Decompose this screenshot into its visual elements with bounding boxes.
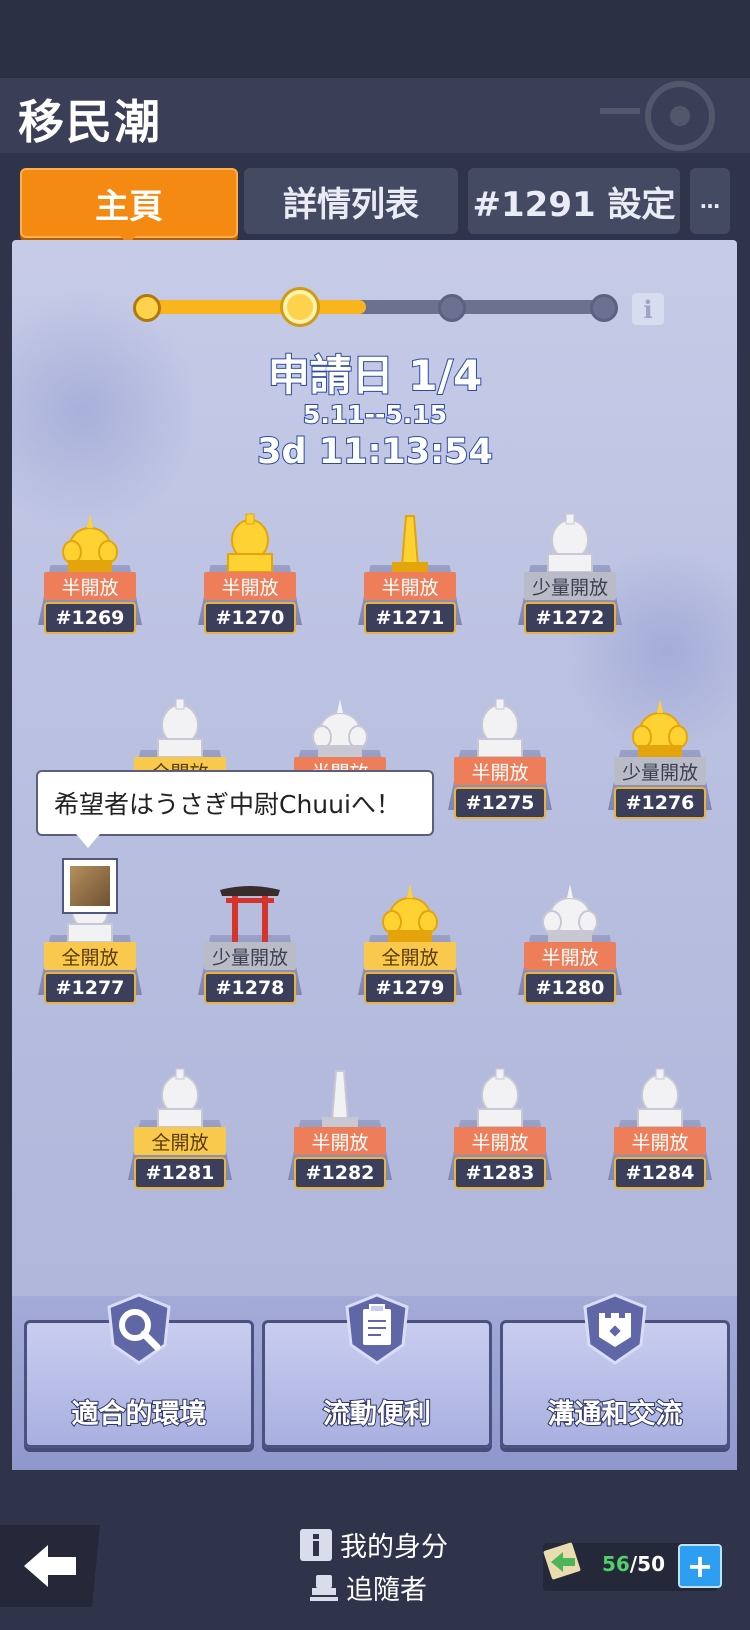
gold-onion-monument-icon xyxy=(632,699,688,757)
stage-countdown: 3d 11:13:54 xyxy=(256,431,494,473)
server-status-badge: 全開放 xyxy=(364,942,456,970)
stage-node-1 xyxy=(133,294,161,322)
stage-node-3 xyxy=(438,294,466,322)
server-number: #1283 xyxy=(454,1157,546,1189)
server-status-badge: 半開放 xyxy=(524,942,616,970)
server-card[interactable]: 半開放 #1271 xyxy=(350,510,470,640)
server-number: #1276 xyxy=(614,787,706,819)
add-ticket-button[interactable]: + xyxy=(678,1544,722,1588)
ticket-have: 56 xyxy=(602,1552,630,1576)
back-arrow-icon xyxy=(24,1545,76,1587)
gold-onion-monument-icon xyxy=(382,884,438,942)
search-icon xyxy=(107,1293,171,1365)
server-number: #1270 xyxy=(204,602,296,634)
server-number: #1269 xyxy=(44,602,136,634)
suitable-environment-button[interactable]: 適合的環境 xyxy=(24,1293,254,1448)
back-button[interactable] xyxy=(0,1525,100,1607)
my-identity-label: 我的身分 xyxy=(340,1532,448,1563)
white-onion-monument-icon xyxy=(312,699,368,757)
stamp-icon xyxy=(310,1574,338,1601)
server-status-badge: 全開放 xyxy=(44,942,136,970)
server-status-badge: 半開放 xyxy=(454,757,546,785)
server-status-badge: 半開放 xyxy=(454,1127,546,1155)
server-status-badge: 全開放 xyxy=(134,1127,226,1155)
mobility-convenience-label: 流動便利 xyxy=(322,1398,432,1431)
speech-bubble: 希望者はうさぎ中尉Chuuiへ！ xyxy=(36,770,434,836)
server-card[interactable]: 全開放 #1279 xyxy=(350,880,470,1010)
torii-monument-icon xyxy=(220,886,280,942)
clipboard-icon xyxy=(345,1293,409,1365)
server-card[interactable]: 半開放 #1270 xyxy=(190,510,310,640)
follower-link[interactable]: 追隨者 xyxy=(310,1568,427,1607)
stage-title: 申請日 1/4 xyxy=(267,350,483,401)
gold-dome-monument-icon xyxy=(227,513,273,573)
stage-dates: 5.11--5.15 xyxy=(302,399,448,430)
server-card[interactable]: 少量開放 #1278 xyxy=(190,880,310,1010)
server-number: #1280 xyxy=(524,972,616,1004)
stage-node-4 xyxy=(590,294,618,322)
server-number: #1275 xyxy=(454,787,546,819)
white-obelisk-monument-icon xyxy=(322,1070,358,1127)
white-dome-monument-icon xyxy=(477,698,523,758)
white-onion-monument-icon xyxy=(542,884,598,942)
server-card[interactable]: 半開放 #1269 xyxy=(30,510,150,640)
server-number: #1281 xyxy=(134,1157,226,1189)
suitable-environment-label: 適合的環境 xyxy=(71,1398,208,1431)
ticket-icon xyxy=(543,1542,581,1580)
white-dome-monument-icon xyxy=(637,1068,683,1128)
server-card[interactable]: 少量開放 #1272 xyxy=(510,510,630,640)
status-bar-area xyxy=(0,0,750,78)
flower-crest-icon xyxy=(600,81,715,151)
server-number: #1277 xyxy=(44,972,136,1004)
ticket-total: /50 xyxy=(629,1552,665,1576)
tab-server-settings[interactable]: #1291 設定 xyxy=(468,168,680,234)
info-icon xyxy=(300,1528,332,1561)
communication-button[interactable]: 溝通和交流 xyxy=(500,1293,730,1448)
info-button[interactable]: i xyxy=(632,293,664,325)
server-card[interactable]: 半開放 #1280 xyxy=(510,880,630,1010)
avatar[interactable] xyxy=(64,860,116,912)
server-number: #1278 xyxy=(204,972,296,1004)
white-dome-monument-icon xyxy=(157,698,203,758)
server-card[interactable]: 半開放 #1275 xyxy=(440,695,560,825)
server-status-badge: 少量開放 xyxy=(524,572,616,600)
server-status-badge: 少量開放 xyxy=(204,942,296,970)
tab-home[interactable]: 主頁 xyxy=(20,168,238,238)
speech-bubble-text: 希望者はうさぎ中尉Chuuiへ！ xyxy=(54,790,401,819)
server-card[interactable]: 全開放 #1281 xyxy=(120,1065,240,1195)
white-dome-monument-icon xyxy=(547,513,593,573)
speech-bubble-tail xyxy=(76,834,100,848)
server-card[interactable]: 半開放 #1282 xyxy=(280,1065,400,1195)
stage-node-2 xyxy=(283,290,317,324)
white-dome-monument-icon xyxy=(477,1068,523,1128)
server-number: #1282 xyxy=(294,1157,386,1189)
server-number: #1272 xyxy=(524,602,616,634)
server-card[interactable]: 少量開放 #1276 xyxy=(600,695,720,825)
server-status-badge: 半開放 xyxy=(364,572,456,600)
castle-icon xyxy=(583,1293,647,1365)
tab-detail-list[interactable]: 詳情列表 xyxy=(244,168,458,234)
server-status-badge: 半開放 xyxy=(614,1127,706,1155)
page-title: 移民潮 xyxy=(18,95,162,149)
server-status-badge: 少量開放 xyxy=(614,757,706,785)
server-number: #1271 xyxy=(364,602,456,634)
server-status-badge: 半開放 xyxy=(44,572,136,600)
server-status-badge: 半開放 xyxy=(294,1127,386,1155)
communication-label: 溝通和交流 xyxy=(547,1398,684,1431)
follower-label: 追隨者 xyxy=(346,1575,427,1606)
server-card[interactable]: 半開放 #1283 xyxy=(440,1065,560,1195)
ticket-count: 56/50 xyxy=(602,1552,665,1576)
stage-progress-fill xyxy=(145,300,366,314)
white-dome-monument-icon xyxy=(157,1068,203,1128)
gold-obelisk-monument-icon xyxy=(392,515,428,572)
tab-more[interactable]: … xyxy=(690,168,730,234)
server-number: #1284 xyxy=(614,1157,706,1189)
server-card[interactable]: 半開放 #1284 xyxy=(600,1065,720,1195)
server-number: #1279 xyxy=(364,972,456,1004)
server-status-badge: 半開放 xyxy=(204,572,296,600)
my-identity-link[interactable]: 我的身分 xyxy=(300,1525,448,1564)
mobility-convenience-button[interactable]: 流動便利 xyxy=(262,1293,492,1448)
gold-palace-monument-icon xyxy=(62,514,118,572)
